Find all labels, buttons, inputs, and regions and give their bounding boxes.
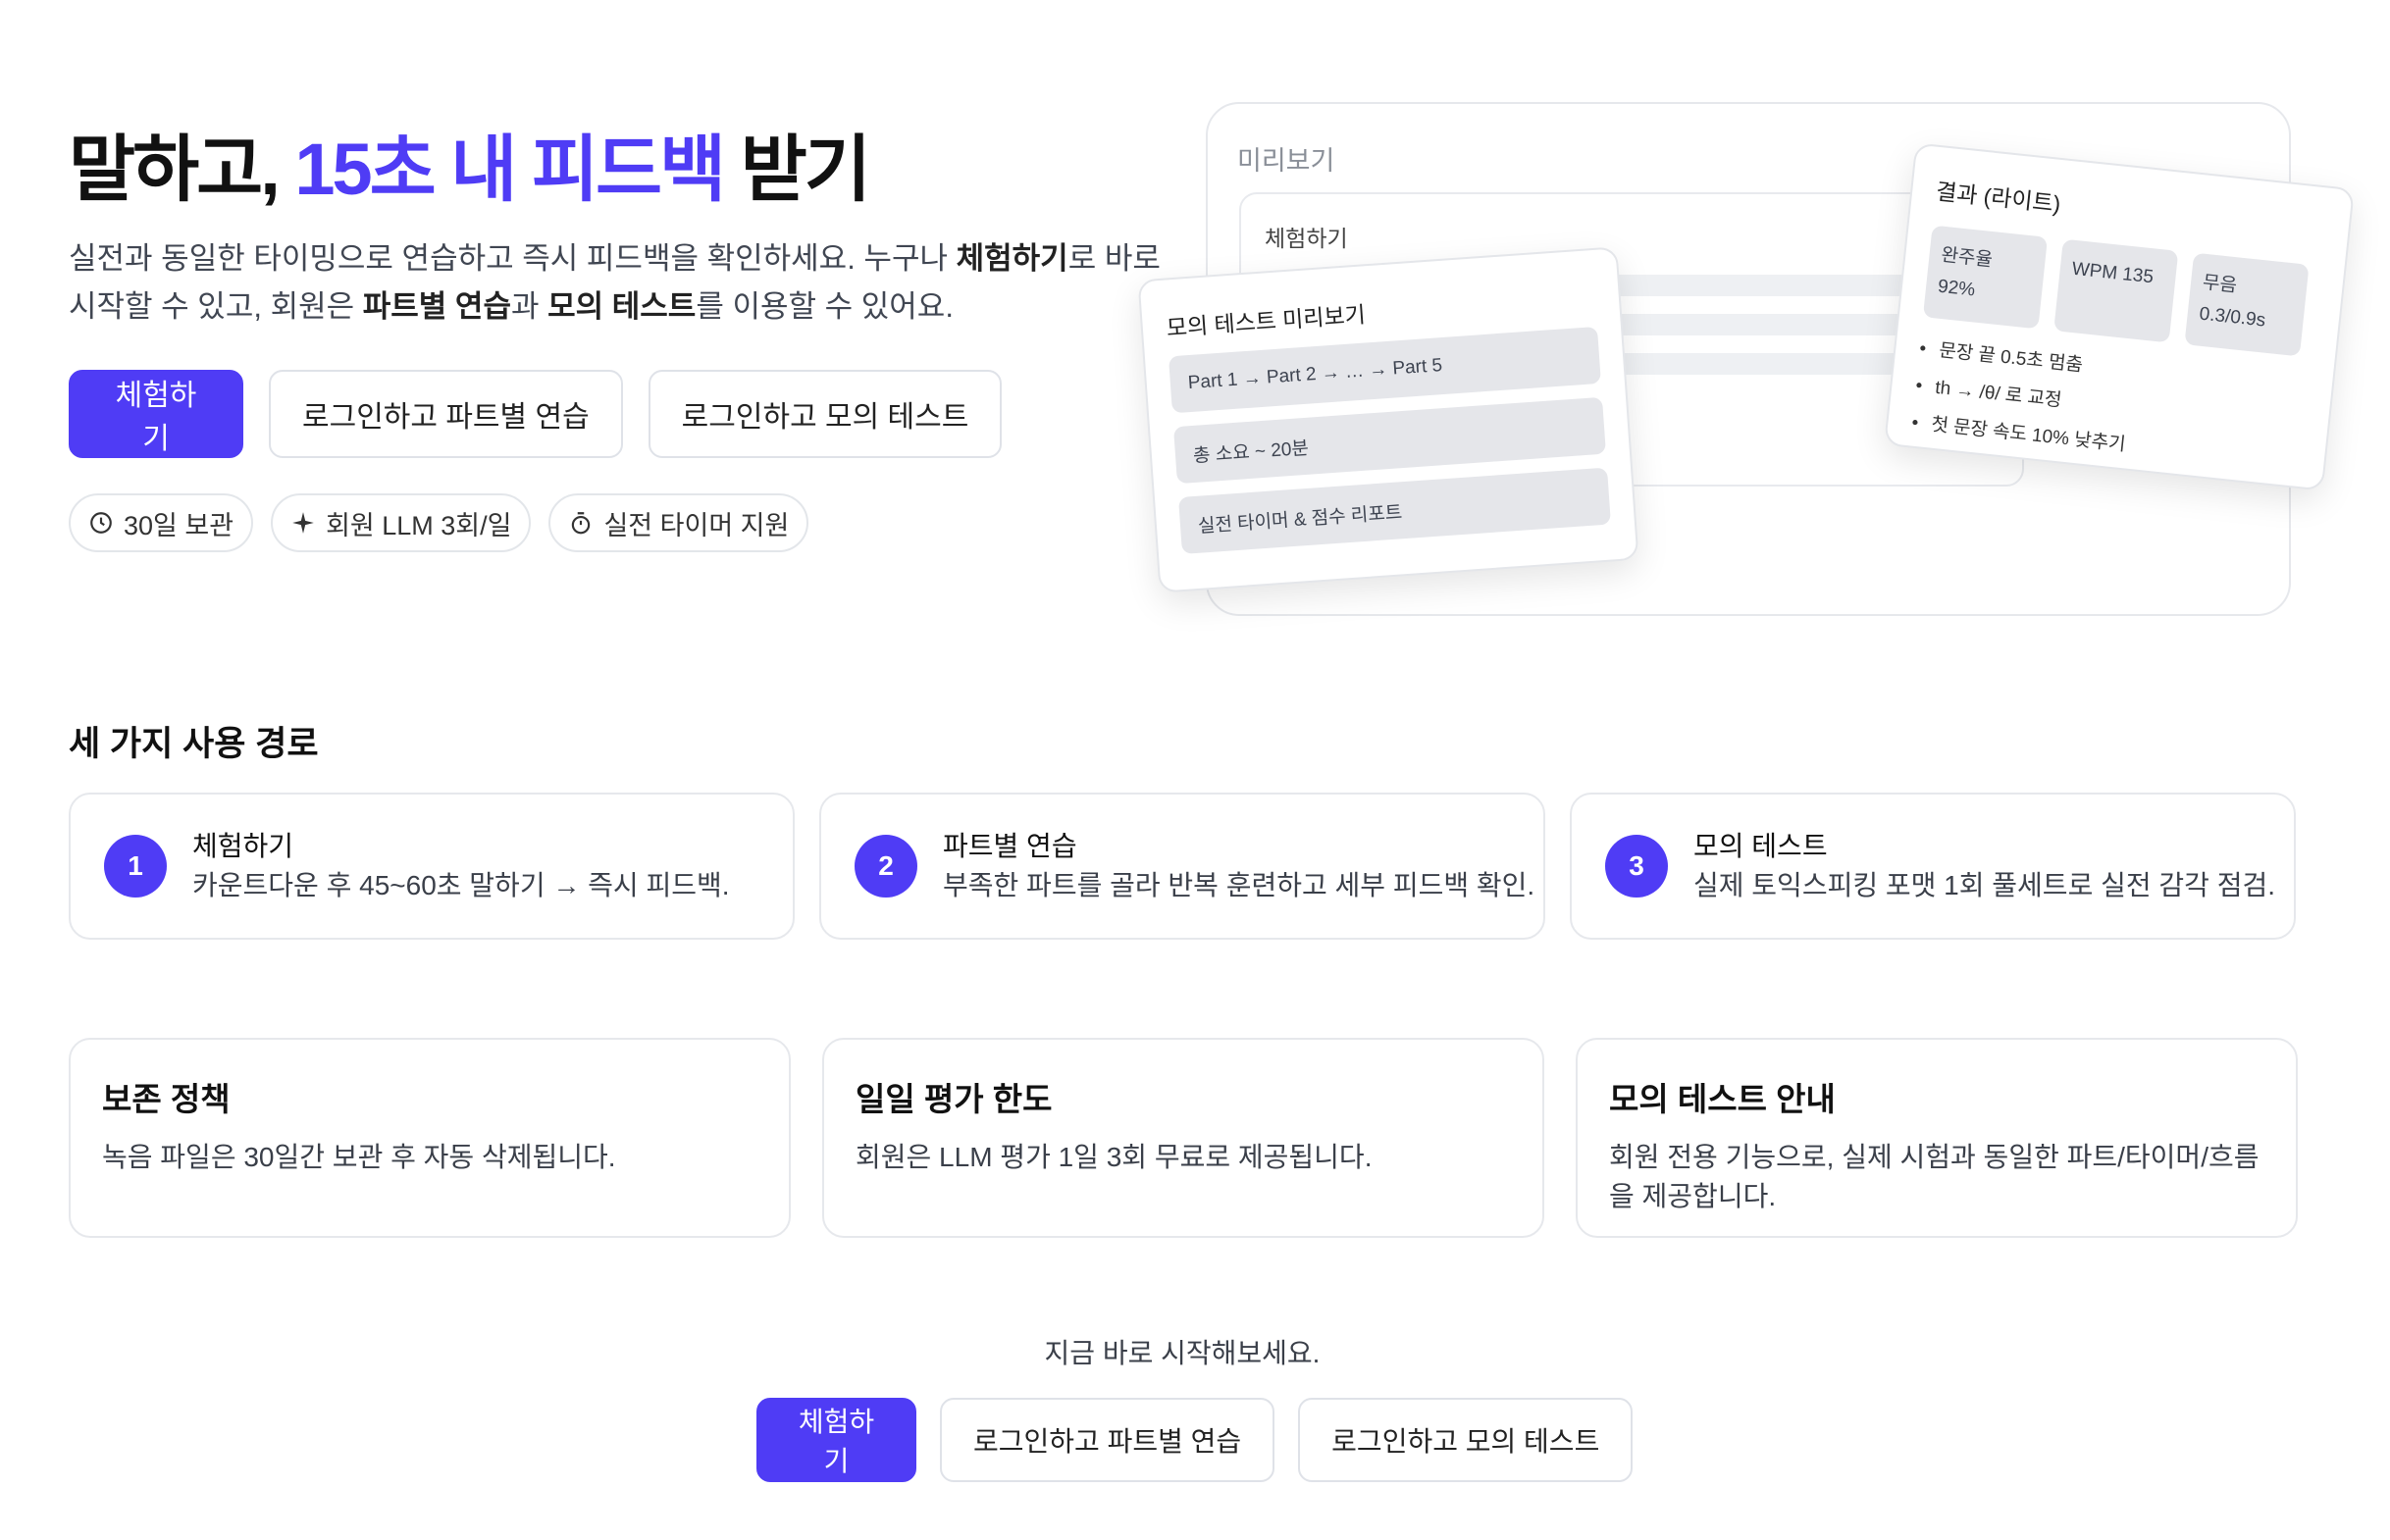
- cta-text: 지금 바로 시작해보세요.: [1044, 1338, 1321, 1368]
- info-card-daily-limit: 일일 평가 한도 회원은 LLM 평가 1일 3회 무료로 제공됩니다.: [822, 1038, 1544, 1238]
- chip-llm-limit: 회원 LLM 3회/일: [271, 493, 532, 553]
- path-title: 체험하기: [192, 831, 294, 861]
- path-description: 실제 토익스피킹 포맷 1회 풀세트로 실전 감각 점검.: [1693, 870, 2276, 900]
- chip-label: 30일 보관: [124, 510, 234, 540]
- path-card-trial[interactable]: 1 체험하기 카운트다운 후 45~60초 말하기 → 즉시 피드백.: [69, 793, 795, 940]
- path-title: 파트별 연습: [943, 831, 1077, 861]
- metric-label: WPM 135: [2070, 258, 2155, 288]
- cta-login-part-practice-button[interactable]: 로그인하고 파트별 연습: [940, 1398, 1275, 1482]
- clock-icon: [90, 512, 112, 534]
- info-description: 녹음 파일은 30일간 보관 후 자동 삭제됩니다.: [102, 1142, 616, 1172]
- cta-button-row: 체험하기 로그인하고 파트별 연습 로그인하고 모의 테스트: [756, 1398, 1634, 1482]
- chip-label: 회원 LLM 3회/일: [326, 510, 512, 540]
- chip-label: 실전 타이머 지원: [603, 510, 790, 540]
- path-description: 카운트다운 후 45~60초 말하기 → 즉시 피드백.: [192, 870, 730, 900]
- info-title: 보존 정책: [102, 1081, 231, 1117]
- path-number-badge: 2: [855, 835, 917, 898]
- metric-silence: 무음 0.3/0.9s: [2184, 252, 2310, 357]
- hero-title-prefix: 말하고,: [69, 128, 295, 210]
- path-description: 부족한 파트를 골라 반복 훈련하고 세부 피드백 확인.: [943, 870, 1535, 900]
- path-number-badge: 1: [104, 835, 167, 898]
- metric-completion: 완주율 92%: [1922, 225, 2049, 330]
- path-text: 체험하기 카운트다운 후 45~60초 말하기 → 즉시 피드백.: [192, 827, 730, 905]
- cta-trial-button[interactable]: 체험하기: [756, 1398, 916, 1482]
- mock-test-row: Part 1 → Part 2 → … → Part 5: [1168, 326, 1601, 414]
- metric-wpm: WPM 135: [2053, 238, 2179, 343]
- sparkle-icon: [292, 512, 314, 534]
- hero-desc-part: 를 이용할 수 있어요.: [696, 289, 954, 325]
- hero-title-suffix: 받기: [723, 128, 871, 210]
- path-title: 모의 테스트: [1693, 831, 1828, 861]
- feature-chips: 30일 보관 회원 LLM 3회/일 실전 타이머 지원: [69, 493, 1148, 553]
- info-title: 일일 평가 한도: [856, 1081, 1053, 1117]
- trial-button[interactable]: 체험하기: [69, 370, 243, 459]
- hero-desc-part: 과: [510, 289, 548, 325]
- path-text: 파트별 연습 부족한 파트를 골라 반복 훈련하고 세부 피드백 확인.: [943, 827, 1534, 905]
- hero-title-accent: 15초 내 피드백: [294, 128, 726, 210]
- hero-desc-bold: 모의 테스트: [547, 289, 697, 325]
- hero-desc-bold: 체험하기: [956, 241, 1068, 277]
- info-title: 모의 테스트 안내: [1609, 1081, 1836, 1117]
- hero-title: 말하고, 15초 내 피드백 받기: [69, 128, 1148, 211]
- mock-test-row: 총 소요 ~ 20분: [1172, 396, 1606, 485]
- info-description: 회원은 LLM 평가 1일 3회 무료로 제공됩니다.: [856, 1142, 1373, 1172]
- result-preview-card: 결과 (라이트) 완주율 92% WPM 135 무음 0.3/0.9s 문장 …: [1884, 142, 2355, 491]
- stopwatch-icon: [572, 512, 591, 535]
- info-card-mock-test: 모의 테스트 안내 회원 전용 기능으로, 실제 시험과 동일한 파트/타이머/…: [1576, 1038, 2298, 1238]
- hero-button-row: 체험하기 로그인하고 파트별 연습 로그인하고 모의 테스트: [69, 370, 1148, 459]
- path-number-badge: 3: [1605, 835, 1668, 898]
- preview-label: 미리보기: [1237, 146, 1335, 176]
- preview-trial-title: 체험하기: [1265, 226, 1348, 251]
- mock-test-row: 실전 타이머 & 점수 리포트: [1177, 467, 1611, 554]
- info-card-retention: 보존 정책 녹음 파일은 30일간 보관 후 자동 삭제됩니다.: [69, 1038, 791, 1238]
- chip-timer: 실전 타이머 지원: [548, 493, 809, 553]
- hero-desc-part: 실전과 동일한 타이밍으로 연습하고 즉시 피드백을 확인하세요. 누구나: [69, 241, 957, 277]
- path-card-mock-test[interactable]: 3 모의 테스트 실제 토익스피킹 포맷 1회 풀세트로 실전 감각 점검.: [1570, 793, 2296, 940]
- hero-description: 실전과 동일한 타이밍으로 연습하고 즉시 피드백을 확인하세요. 누구나 체험…: [69, 234, 1168, 331]
- mock-test-preview-card: 모의 테스트 미리보기 Part 1 → Part 2 → … → Part 5…: [1137, 246, 1639, 593]
- info-description: 회원 전용 기능으로, 실제 시험과 동일한 파트/타이머/흐름을 제공합니다.: [1609, 1142, 2260, 1211]
- login-part-practice-button[interactable]: 로그인하고 파트별 연습: [269, 370, 623, 459]
- path-card-part-practice[interactable]: 2 파트별 연습 부족한 파트를 골라 반복 훈련하고 세부 피드백 확인.: [819, 793, 1545, 940]
- chip-retention: 30일 보관: [69, 493, 254, 553]
- hero-section: 말하고, 15초 내 피드백 받기 실전과 동일한 타이밍으로 연습하고 즉시 …: [69, 128, 1161, 553]
- hero-desc-bold: 파트별 연습: [362, 289, 511, 325]
- paths-section-title: 세 가지 사용 경로: [69, 725, 319, 763]
- login-mock-test-button[interactable]: 로그인하고 모의 테스트: [648, 370, 1003, 459]
- cta-login-mock-test-button[interactable]: 로그인하고 모의 테스트: [1298, 1398, 1634, 1482]
- path-text: 모의 테스트 실제 토익스피킹 포맷 1회 풀세트로 실전 감각 점검.: [1693, 827, 2275, 905]
